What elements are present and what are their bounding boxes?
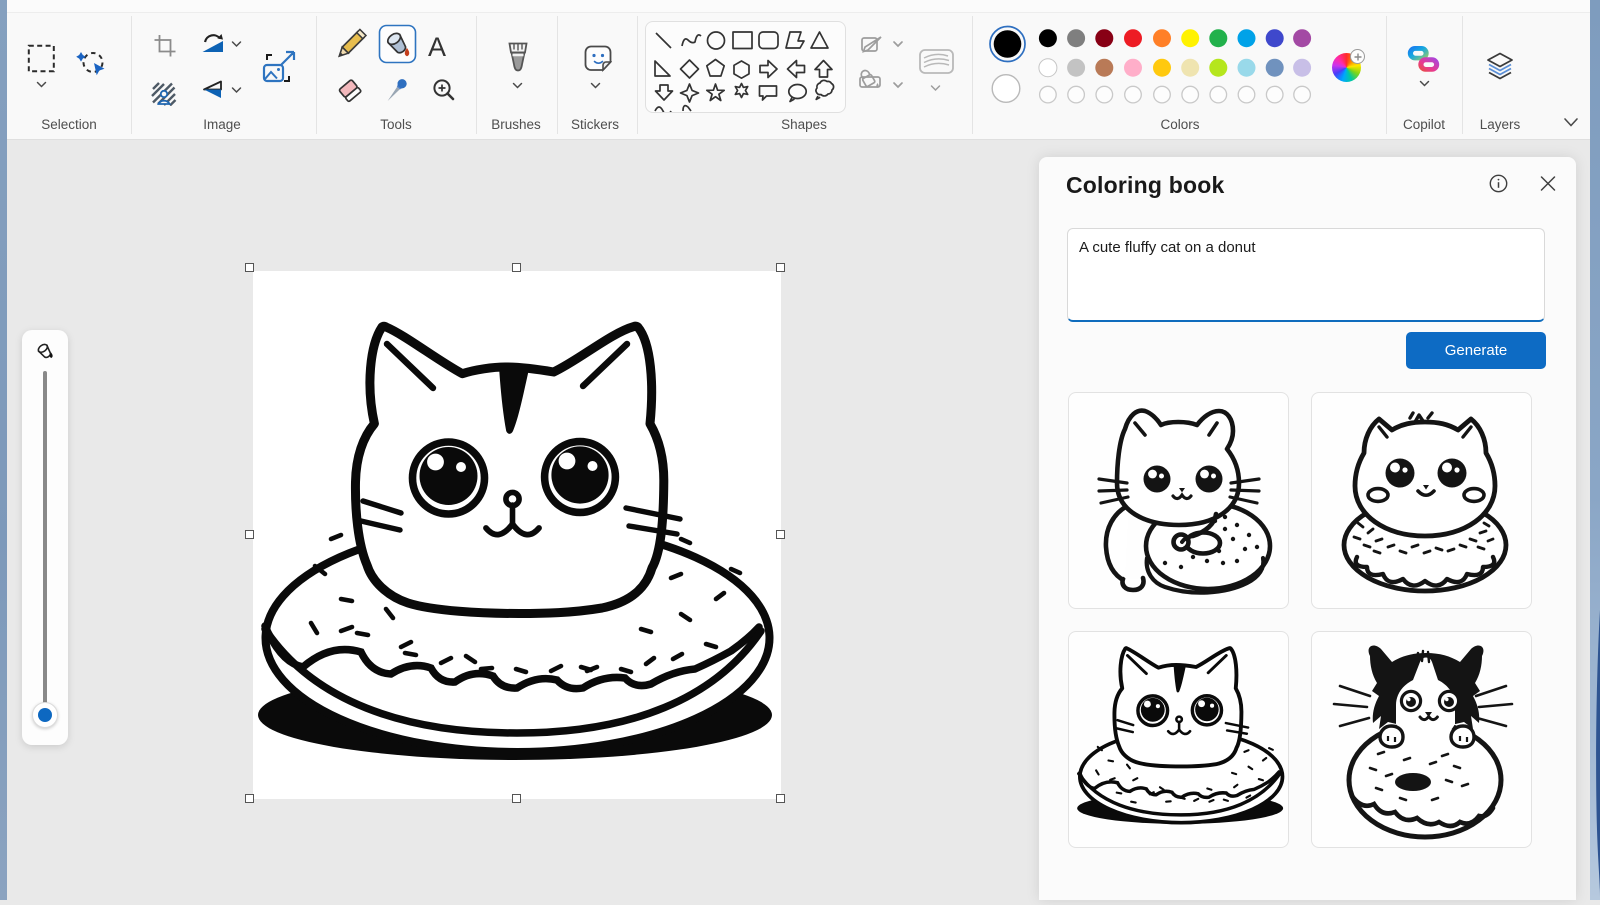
svg-text:A: A	[428, 32, 446, 62]
